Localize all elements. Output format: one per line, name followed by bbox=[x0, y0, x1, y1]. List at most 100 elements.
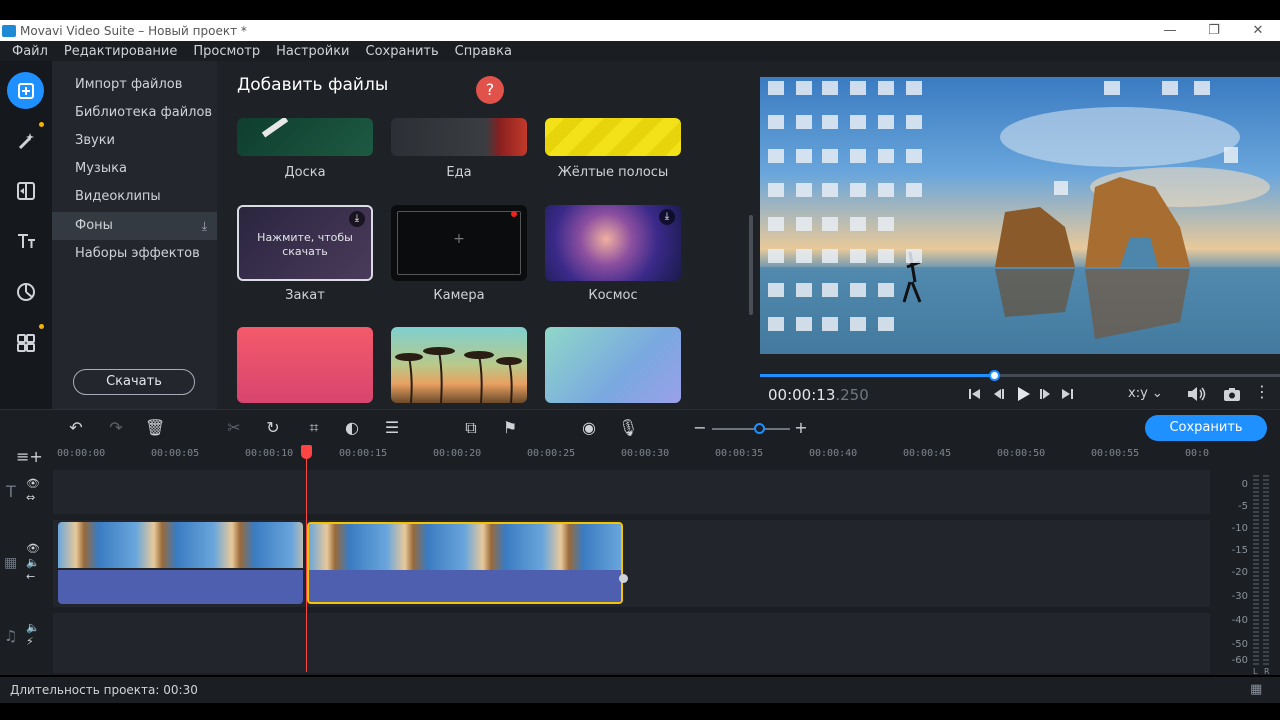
files-scrollbar[interactable] bbox=[749, 215, 753, 315]
meter-label: -30 bbox=[1231, 591, 1248, 602]
close-button[interactable]: ✕ bbox=[1236, 23, 1280, 38]
tile-palms[interactable] bbox=[391, 327, 527, 403]
download-button[interactable]: Скачать bbox=[73, 369, 195, 395]
category-sounds[interactable]: Звуки bbox=[52, 127, 217, 155]
download-icon: ⤓ bbox=[201, 219, 207, 233]
time-ruler[interactable]: 00:00:00 00:00:05 00:00:10 00:00:15 00:0… bbox=[53, 445, 1210, 467]
status-bar: Длительность проекта: 00:30 ▦ bbox=[0, 677, 1280, 703]
video-clip-2-selected[interactable] bbox=[307, 522, 623, 604]
clip-thumbnails bbox=[309, 524, 621, 570]
notification-dot bbox=[39, 324, 44, 329]
chevron-down-icon: ⌄ bbox=[1151, 386, 1163, 401]
color-adjust-icon[interactable]: ◐ bbox=[342, 418, 362, 438]
import-tool-button[interactable] bbox=[7, 72, 44, 109]
play-icon[interactable] bbox=[1014, 385, 1032, 403]
frame-forward-icon[interactable] bbox=[1039, 387, 1053, 401]
progress-knob[interactable] bbox=[989, 370, 1000, 381]
text-track[interactable] bbox=[53, 470, 1210, 514]
marker-flag-icon[interactable]: ⚑ bbox=[500, 418, 520, 438]
menu-help[interactable]: Справка bbox=[447, 44, 520, 59]
cut-icon[interactable]: ✂ bbox=[224, 418, 244, 438]
text-track-controls[interactable]: 👁 ⇔ bbox=[26, 477, 40, 505]
menu-settings[interactable]: Настройки bbox=[268, 44, 357, 59]
import-icon bbox=[17, 82, 34, 99]
playhead-handle[interactable] bbox=[301, 445, 312, 459]
skip-end-icon[interactable] bbox=[1060, 387, 1074, 401]
video-track[interactable] bbox=[53, 520, 1210, 607]
progress-fill bbox=[760, 374, 994, 377]
menu-save[interactable]: Сохранить bbox=[358, 44, 447, 59]
volume-icon[interactable] bbox=[1186, 386, 1206, 402]
tile-camera[interactable]: + bbox=[391, 205, 527, 281]
overlay-icon[interactable]: ⧉ bbox=[461, 418, 481, 438]
tile-teal-gradient[interactable] bbox=[545, 327, 681, 403]
music-track-icon: ♫ bbox=[4, 627, 18, 645]
project-duration: Длительность проекта: 00:30 bbox=[10, 683, 198, 697]
snapshot-icon[interactable] bbox=[1223, 386, 1241, 402]
menu-view[interactable]: Просмотр bbox=[185, 44, 268, 59]
more-tools-button[interactable] bbox=[7, 324, 44, 361]
video-track-controls[interactable]: 👁 🔈 ← bbox=[26, 542, 40, 584]
filters-tool-button[interactable] bbox=[7, 122, 44, 159]
crop-icon[interactable]: ⌗ bbox=[304, 418, 324, 438]
clip-properties-icon[interactable]: ☰ bbox=[382, 418, 402, 438]
help-button[interactable]: ? bbox=[476, 76, 504, 104]
zoom-knob[interactable] bbox=[753, 423, 765, 434]
restore-button[interactable]: ❐ bbox=[1192, 23, 1236, 38]
zoom-slider[interactable] bbox=[712, 428, 790, 430]
minimize-button[interactable]: — bbox=[1148, 23, 1192, 38]
zoom-in-icon[interactable]: + bbox=[791, 418, 811, 438]
meter-toggle-icon[interactable]: ▦ bbox=[1250, 677, 1262, 703]
main-area: Импорт файлов Библиотека файлов Звуки Му… bbox=[0, 61, 1280, 409]
music-track-controls[interactable]: 🔈 ⚡ bbox=[26, 621, 40, 649]
category-music[interactable]: Музыка bbox=[52, 155, 217, 183]
track-headers: ≡+ T 👁 ⇔ ▦ 👁 🔈 ← ♫ 🔈 ⚡ bbox=[0, 445, 53, 675]
frame-back-icon[interactable] bbox=[991, 387, 1005, 401]
music-track[interactable] bbox=[53, 613, 1210, 673]
left-toolbar bbox=[0, 61, 52, 409]
save-button[interactable]: Сохранить bbox=[1145, 415, 1267, 441]
category-backgrounds[interactable]: Фоны ⤓ bbox=[52, 212, 217, 240]
tile-sunset[interactable]: ⤓ Нажмите, чтобы скачать bbox=[237, 205, 373, 281]
category-effect-sets[interactable]: Наборы эффектов bbox=[52, 240, 217, 268]
tile-label: Жёлтые полосы bbox=[557, 165, 669, 180]
titles-tool-button[interactable] bbox=[7, 222, 44, 259]
rotate-icon[interactable]: ↻ bbox=[263, 418, 283, 438]
category-video-clips[interactable]: Видеоклипы bbox=[52, 183, 217, 211]
meter-label: -5 bbox=[1238, 501, 1248, 512]
undo-icon[interactable]: ↶ bbox=[66, 418, 86, 438]
volume-keyframe-handle[interactable] bbox=[619, 574, 628, 583]
menu-edit[interactable]: Редактирование bbox=[56, 44, 185, 59]
category-import-files[interactable]: Импорт файлов bbox=[52, 71, 217, 99]
clip-audio-waveform bbox=[58, 570, 303, 604]
files-area: Добавить файлы Доска Еда Жёлтые полосы ⤓… bbox=[217, 61, 757, 409]
category-label: Наборы эффектов bbox=[75, 246, 200, 261]
skip-start-icon[interactable] bbox=[968, 387, 982, 401]
tile-label: Доска bbox=[284, 165, 326, 180]
playback-progress[interactable] bbox=[760, 370, 1280, 381]
video-clip-1[interactable] bbox=[58, 522, 303, 604]
rec-indicator bbox=[511, 211, 517, 217]
player-controls: 00:00:13.250 x:y ⌄ ⋮ bbox=[760, 370, 1280, 409]
category-file-library[interactable]: Библиотека файлов bbox=[52, 99, 217, 127]
tile-pink-gradient[interactable] bbox=[237, 327, 373, 403]
menu-file[interactable]: Файл bbox=[0, 44, 56, 59]
more-options-icon[interactable]: ⋮ bbox=[1254, 383, 1270, 401]
microphone-icon[interactable]: 🎙 bbox=[618, 418, 638, 438]
tile-food[interactable] bbox=[391, 118, 527, 156]
delete-icon[interactable]: 🗑 bbox=[145, 418, 165, 438]
record-video-icon[interactable]: ◉ bbox=[579, 418, 599, 438]
tile-label: Космос bbox=[588, 288, 638, 303]
tile-yellow-stripes[interactable] bbox=[545, 118, 681, 156]
transitions-tool-button[interactable] bbox=[7, 172, 44, 209]
redo-icon[interactable]: ↷ bbox=[106, 418, 126, 438]
tile-board[interactable] bbox=[237, 118, 373, 156]
aspect-ratio-select[interactable]: x:y ⌄ bbox=[1128, 386, 1163, 401]
stickers-tool-button[interactable] bbox=[7, 273, 44, 310]
video-preview bbox=[760, 77, 1280, 354]
zoom-out-icon[interactable]: − bbox=[690, 418, 710, 438]
add-track-icon[interactable]: ≡+ bbox=[16, 447, 43, 466]
tile-space[interactable]: ⤓ bbox=[545, 205, 681, 281]
clip-audio-waveform bbox=[309, 570, 621, 602]
ruler-tick: 00:00:00 bbox=[57, 448, 106, 459]
